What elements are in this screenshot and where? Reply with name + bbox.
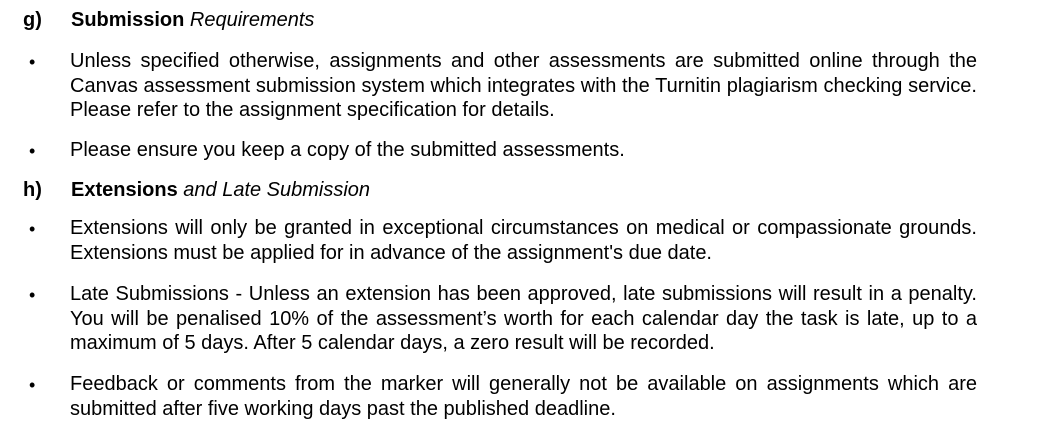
bullet-marker: • [29,52,36,72]
bullet-marker: • [29,375,36,395]
bullet-text-extensions: Extensions will only be granted in excep… [70,217,977,264]
bullet-text-submission-online: Unless specified otherwise, assignments … [70,50,977,121]
section-letter: g) [23,9,42,31]
section-letter: h) [23,179,42,201]
bullet-marker: • [29,219,36,239]
section-title-bold: Extensions [71,179,178,201]
section-title-italic: and Late Submission [183,179,371,201]
section-g-heading: g) Submission Requirements [23,8,314,32]
bullet-text-keep-copy: Please ensure you keep a copy of the sub… [70,139,625,161]
bullet-marker: • [29,141,36,161]
bullet-marker: • [29,285,36,305]
section-title-bold: Submission [71,9,185,31]
section-title-italic: Requirements [189,9,315,31]
bullet-text-late-submissions: Late Submissions - Unless an extension h… [70,283,977,354]
document-page: { "sections": [ { "letter": "g)", "title… [0,0,1049,437]
section-h-heading: h) Extensions and Late Submission [23,178,370,202]
bullet-text-feedback: Feedback or comments from the marker wil… [70,373,977,420]
